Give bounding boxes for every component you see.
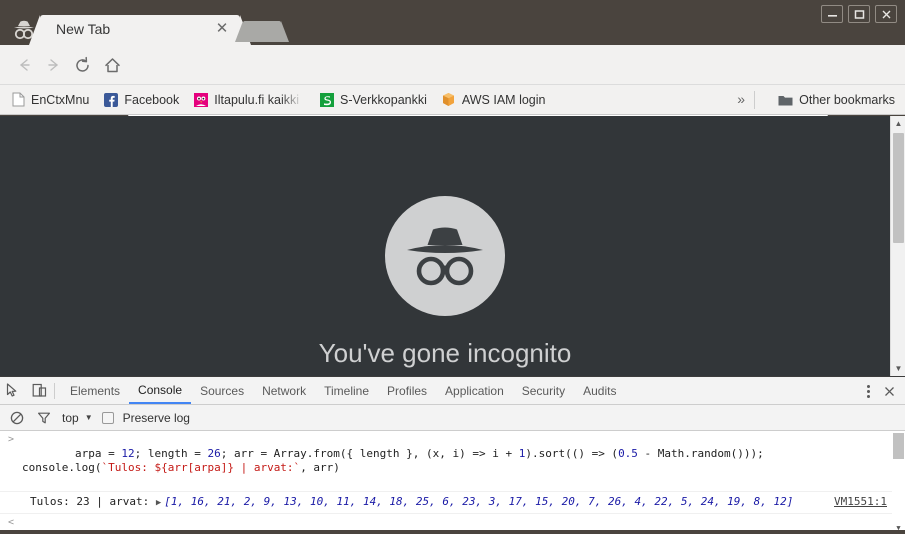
bookmark-label: Facebook (124, 92, 180, 107)
browser-window: New Tab ✕ EnCtxMnu Facebook Iltapulu.fi … (0, 0, 905, 534)
devtools-panel: Elements Console Sources Network Timelin… (0, 376, 905, 534)
tab-elements[interactable]: Elements (61, 377, 129, 404)
command-prompt-arrow: > (8, 434, 15, 445)
tab-close-icon[interactable]: ✕ (214, 21, 230, 37)
chevron-down-icon[interactable]: ▼ (85, 413, 93, 422)
other-bookmarks-button[interactable]: Other bookmarks (777, 92, 895, 108)
scroll-down-arrow-icon[interactable]: ▼ (891, 361, 905, 376)
tab-profiles[interactable]: Profiles (378, 377, 436, 404)
filter-funnel-icon[interactable] (35, 409, 53, 427)
console-scrollbar-thumb[interactable] (893, 433, 904, 459)
new-tab-button[interactable] (235, 21, 289, 42)
console-context-selector[interactable]: top (62, 411, 79, 425)
array-expander-icon[interactable]: ▶ (156, 496, 161, 510)
inspect-element-icon[interactable] (0, 378, 26, 404)
incognito-avatar-icon (385, 196, 505, 316)
tab-security[interactable]: Security (513, 377, 574, 404)
back-arrow-icon[interactable] (12, 53, 36, 77)
scroll-up-arrow-icon[interactable]: ▲ (891, 116, 905, 131)
bookmark-item-iltapulu[interactable]: Iltapulu.fi kaikki (193, 91, 304, 108)
console-output-area[interactable]: > arpa = 12; length = 26; arr = Array.fro… (0, 431, 905, 534)
console-scrollbar[interactable]: ▼ (892, 431, 905, 534)
reload-icon[interactable] (70, 53, 94, 77)
bookmark-item-aws-iam-login[interactable]: AWS IAM login (441, 92, 546, 108)
devtools-separator (54, 382, 55, 399)
aws-cube-icon (441, 92, 457, 108)
incognito-new-tab-page: You've gone incognito (0, 116, 890, 376)
bookmark-item-enctxmnu[interactable]: EnCtxMnu (10, 92, 89, 108)
tab-network[interactable]: Network (253, 377, 315, 404)
page-scrollbar[interactable]: ▲ ▼ (890, 116, 905, 376)
menu-dot (866, 384, 870, 388)
bookmark-item-facebook[interactable]: Facebook (103, 92, 179, 108)
console-log-row: Tulos: 23 | arvat: ▶ [1, 16, 21, 2, 9, 13… (0, 492, 905, 514)
browser-tab[interactable]: New Tab ✕ (29, 15, 251, 45)
folder-icon (777, 92, 793, 108)
console-filter-bar: top ▼ Preserve log (0, 405, 905, 431)
return-prompt-arrow: < (8, 517, 15, 528)
console-log-prefix: Tulos: 23 | arvat: (30, 495, 156, 508)
forward-arrow-icon[interactable] (42, 53, 66, 77)
window-minimize-button[interactable] (821, 5, 843, 23)
bookmark-overflow-fade (281, 91, 304, 108)
page-icon (10, 92, 26, 108)
incognito-heading: You've gone incognito (318, 338, 572, 368)
s-bank-icon (319, 92, 335, 108)
devtools-tab-bar: Elements Console Sources Network Timelin… (0, 377, 905, 405)
window-controls (821, 5, 897, 23)
bookmark-label: AWS IAM login (461, 92, 546, 107)
tab-audits[interactable]: Audits (574, 377, 625, 404)
bookmarks-separator (754, 91, 755, 109)
page-scrollbar-thumb[interactable] (893, 133, 904, 243)
close-devtools-icon[interactable] (879, 381, 899, 401)
navigation-toolbar (0, 45, 905, 119)
iltapulu-icon (193, 92, 209, 108)
window-close-button[interactable] (875, 5, 897, 23)
menu-dot (866, 389, 870, 393)
preserve-log-checkbox[interactable] (101, 411, 114, 424)
window-bottom-border (0, 530, 905, 534)
menu-dot (866, 394, 870, 398)
bookmark-item-s-verkkopankki[interactable]: S-Verkkopankki (319, 92, 427, 108)
bookmarks-bar: EnCtxMnu Facebook Iltapulu.fi kaikki S-V… (0, 85, 905, 115)
page-viewport: You've gone incognito ▲ ▼ (0, 116, 905, 376)
device-toolbar-icon[interactable] (26, 378, 52, 404)
preserve-log-label: Preserve log (122, 410, 190, 425)
console-command-text: arpa = 12; length = 26; arr = Array.from… (22, 447, 771, 474)
console-log-array[interactable]: [1, 16, 21, 2, 9, 13, 10, 11, 14, 18, 25… (164, 495, 793, 508)
bookmark-label: S-Verkkopankki (340, 92, 427, 107)
tab-timeline[interactable]: Timeline (315, 377, 378, 404)
bookmarks-overflow-button[interactable]: » (737, 91, 745, 107)
clear-console-icon[interactable] (8, 409, 26, 427)
console-source-link[interactable]: VM1551:1 (834, 495, 887, 509)
devtools-more-menu-icon[interactable] (859, 381, 877, 401)
tab-bar: New Tab ✕ (0, 0, 905, 45)
bookmark-label: EnCtxMnu (31, 92, 90, 107)
console-command-row: > arpa = 12; length = 26; arr = Array.fro… (0, 431, 905, 492)
facebook-icon (103, 92, 119, 108)
window-maximize-button[interactable] (848, 5, 870, 23)
tab-console[interactable]: Console (129, 377, 192, 404)
tab-application[interactable]: Application (436, 377, 513, 404)
tab-sources[interactable]: Sources (191, 377, 253, 404)
other-bookmarks-label: Other bookmarks (799, 93, 895, 107)
tab-title: New Tab (56, 21, 111, 37)
home-icon[interactable] (100, 53, 124, 77)
